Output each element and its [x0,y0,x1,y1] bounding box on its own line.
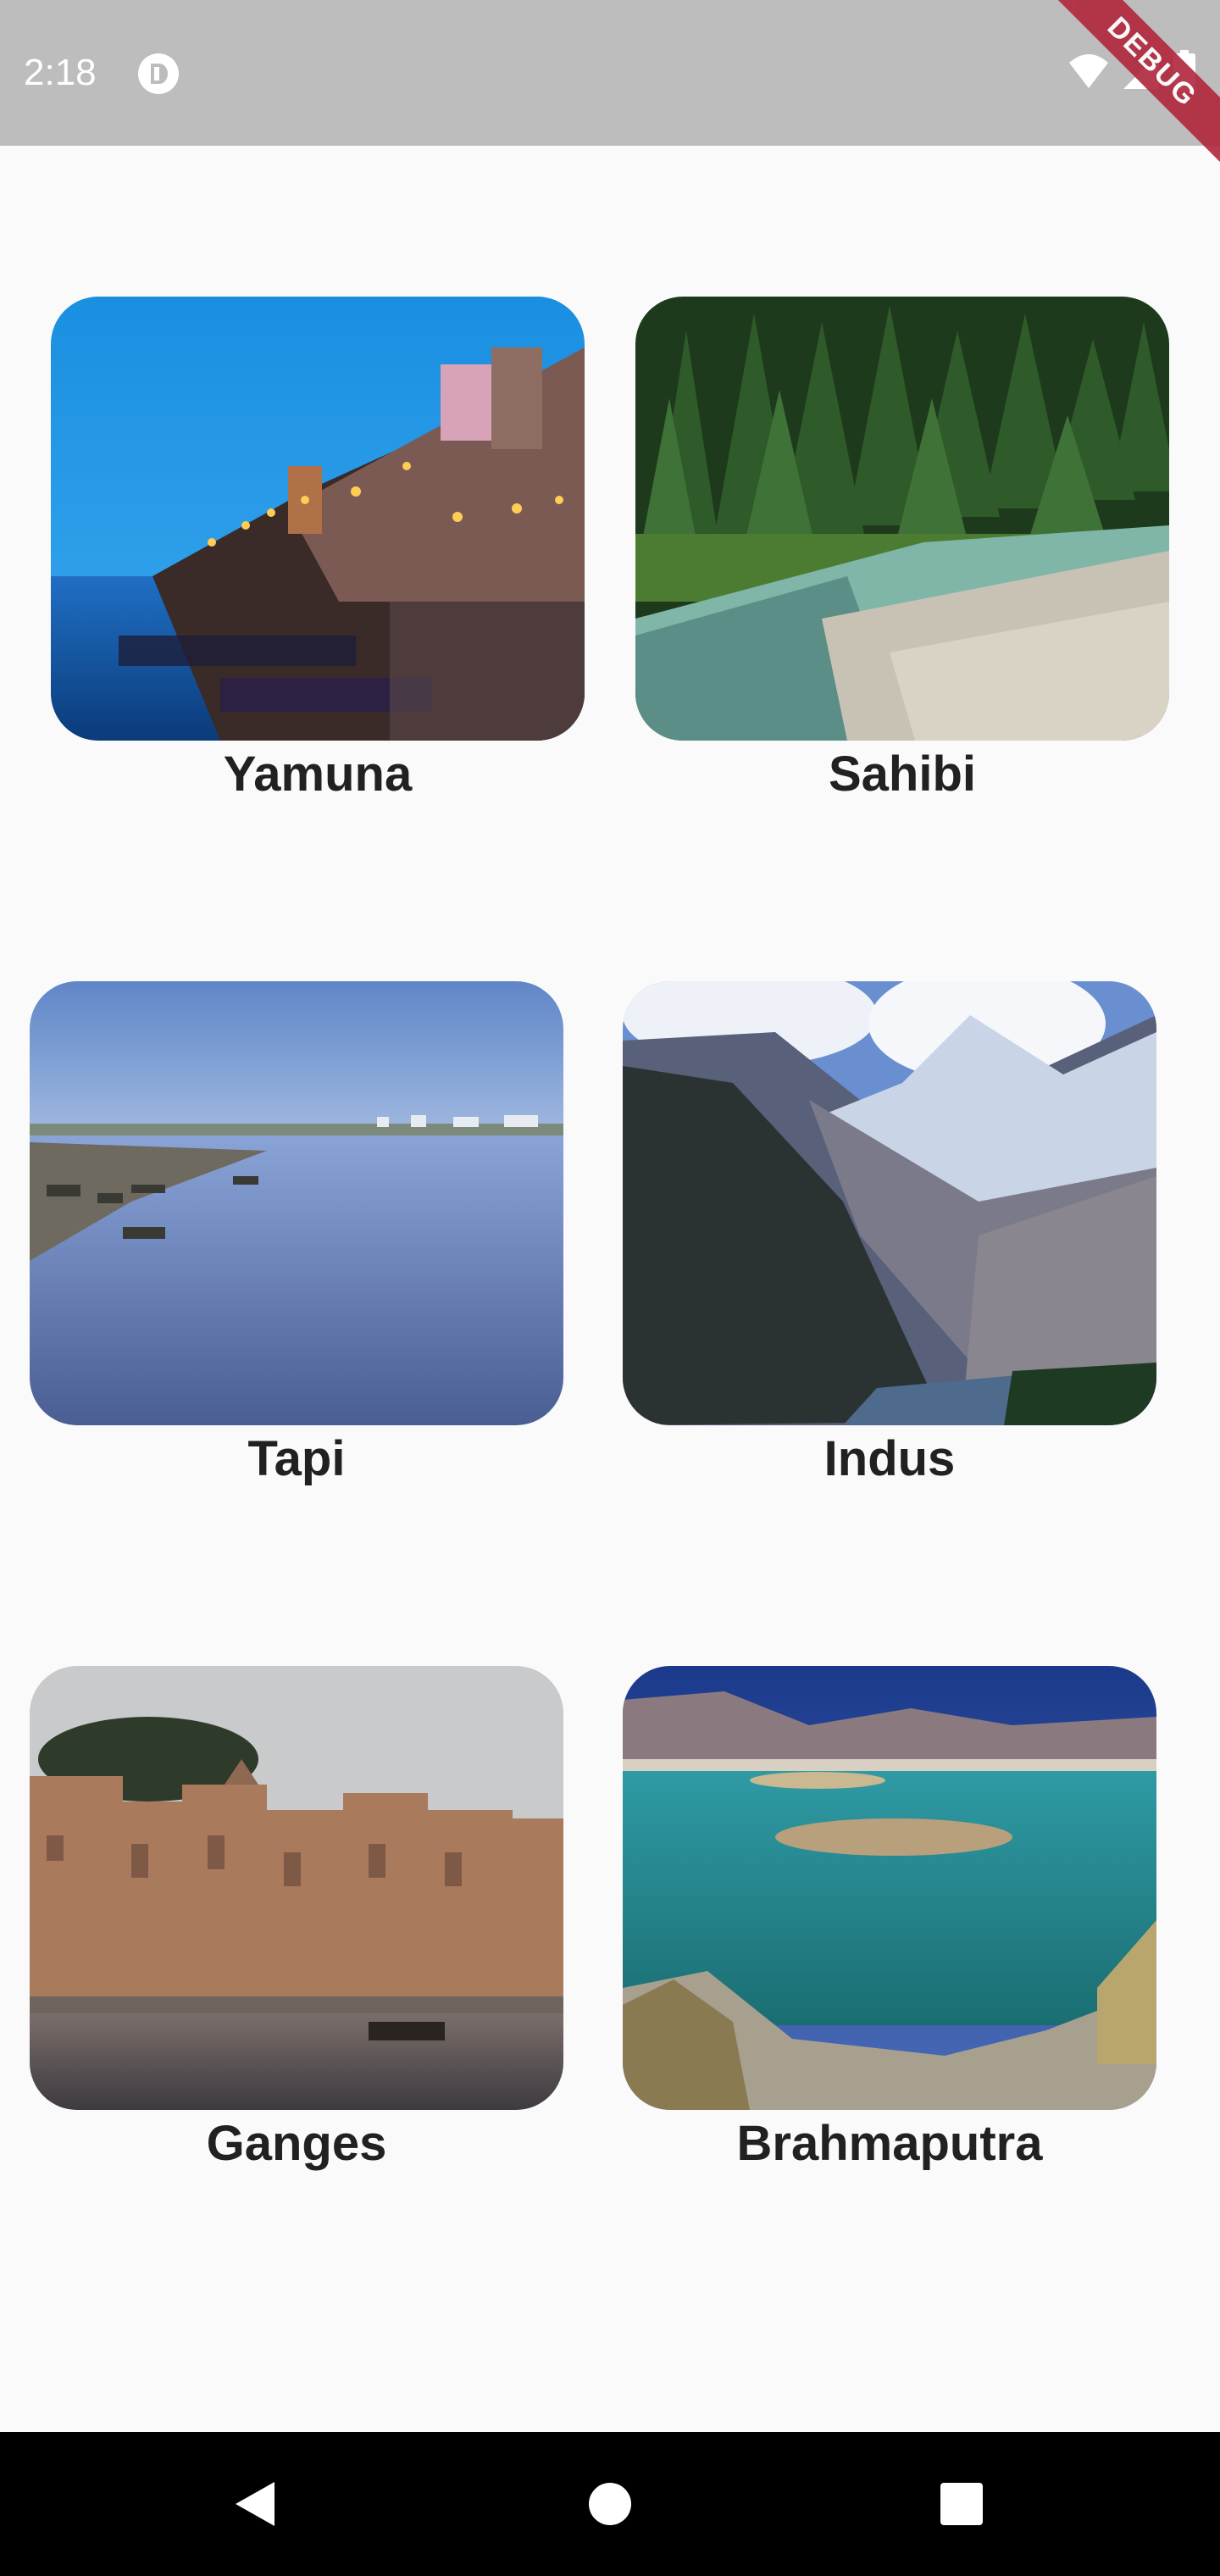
river-card-tapi[interactable]: Tapi [30,981,563,1493]
debug-banner-label: DEBUG [1045,0,1220,169]
app-notification-icon [137,53,180,95]
river-image-tapi[interactable] [30,981,563,1425]
status-time: 2:18 [24,52,97,93]
river-card-sahibi[interactable]: Sahibi [635,297,1169,808]
back-icon[interactable] [216,2466,292,2542]
recents-icon[interactable] [923,2466,1000,2542]
river-name: Ganges [206,2116,387,2171]
river-card-ganges[interactable]: Ganges [30,1666,563,2178]
navigation-bar [0,2432,1220,2576]
river-image-brahmaputra[interactable] [623,1666,1156,2110]
river-name: Indus [824,1431,956,1486]
river-name: Tapi [247,1431,346,1486]
river-card-indus[interactable]: Indus [623,981,1156,1493]
river-card-brahmaputra[interactable]: Brahmaputra [623,1666,1156,2178]
river-image-ganges[interactable] [30,1666,563,2110]
river-card-yamuna[interactable]: Yamuna [51,297,585,808]
river-name: Brahmaputra [736,2116,1043,2171]
river-image-yamuna[interactable] [51,297,585,741]
river-image-sahibi[interactable] [635,297,1169,741]
river-name: Yamuna [223,747,413,802]
debug-banner: DEBUG [1034,0,1220,186]
home-icon[interactable] [572,2466,648,2542]
river-name: Sahibi [828,747,977,802]
river-image-indus[interactable] [623,981,1156,1425]
